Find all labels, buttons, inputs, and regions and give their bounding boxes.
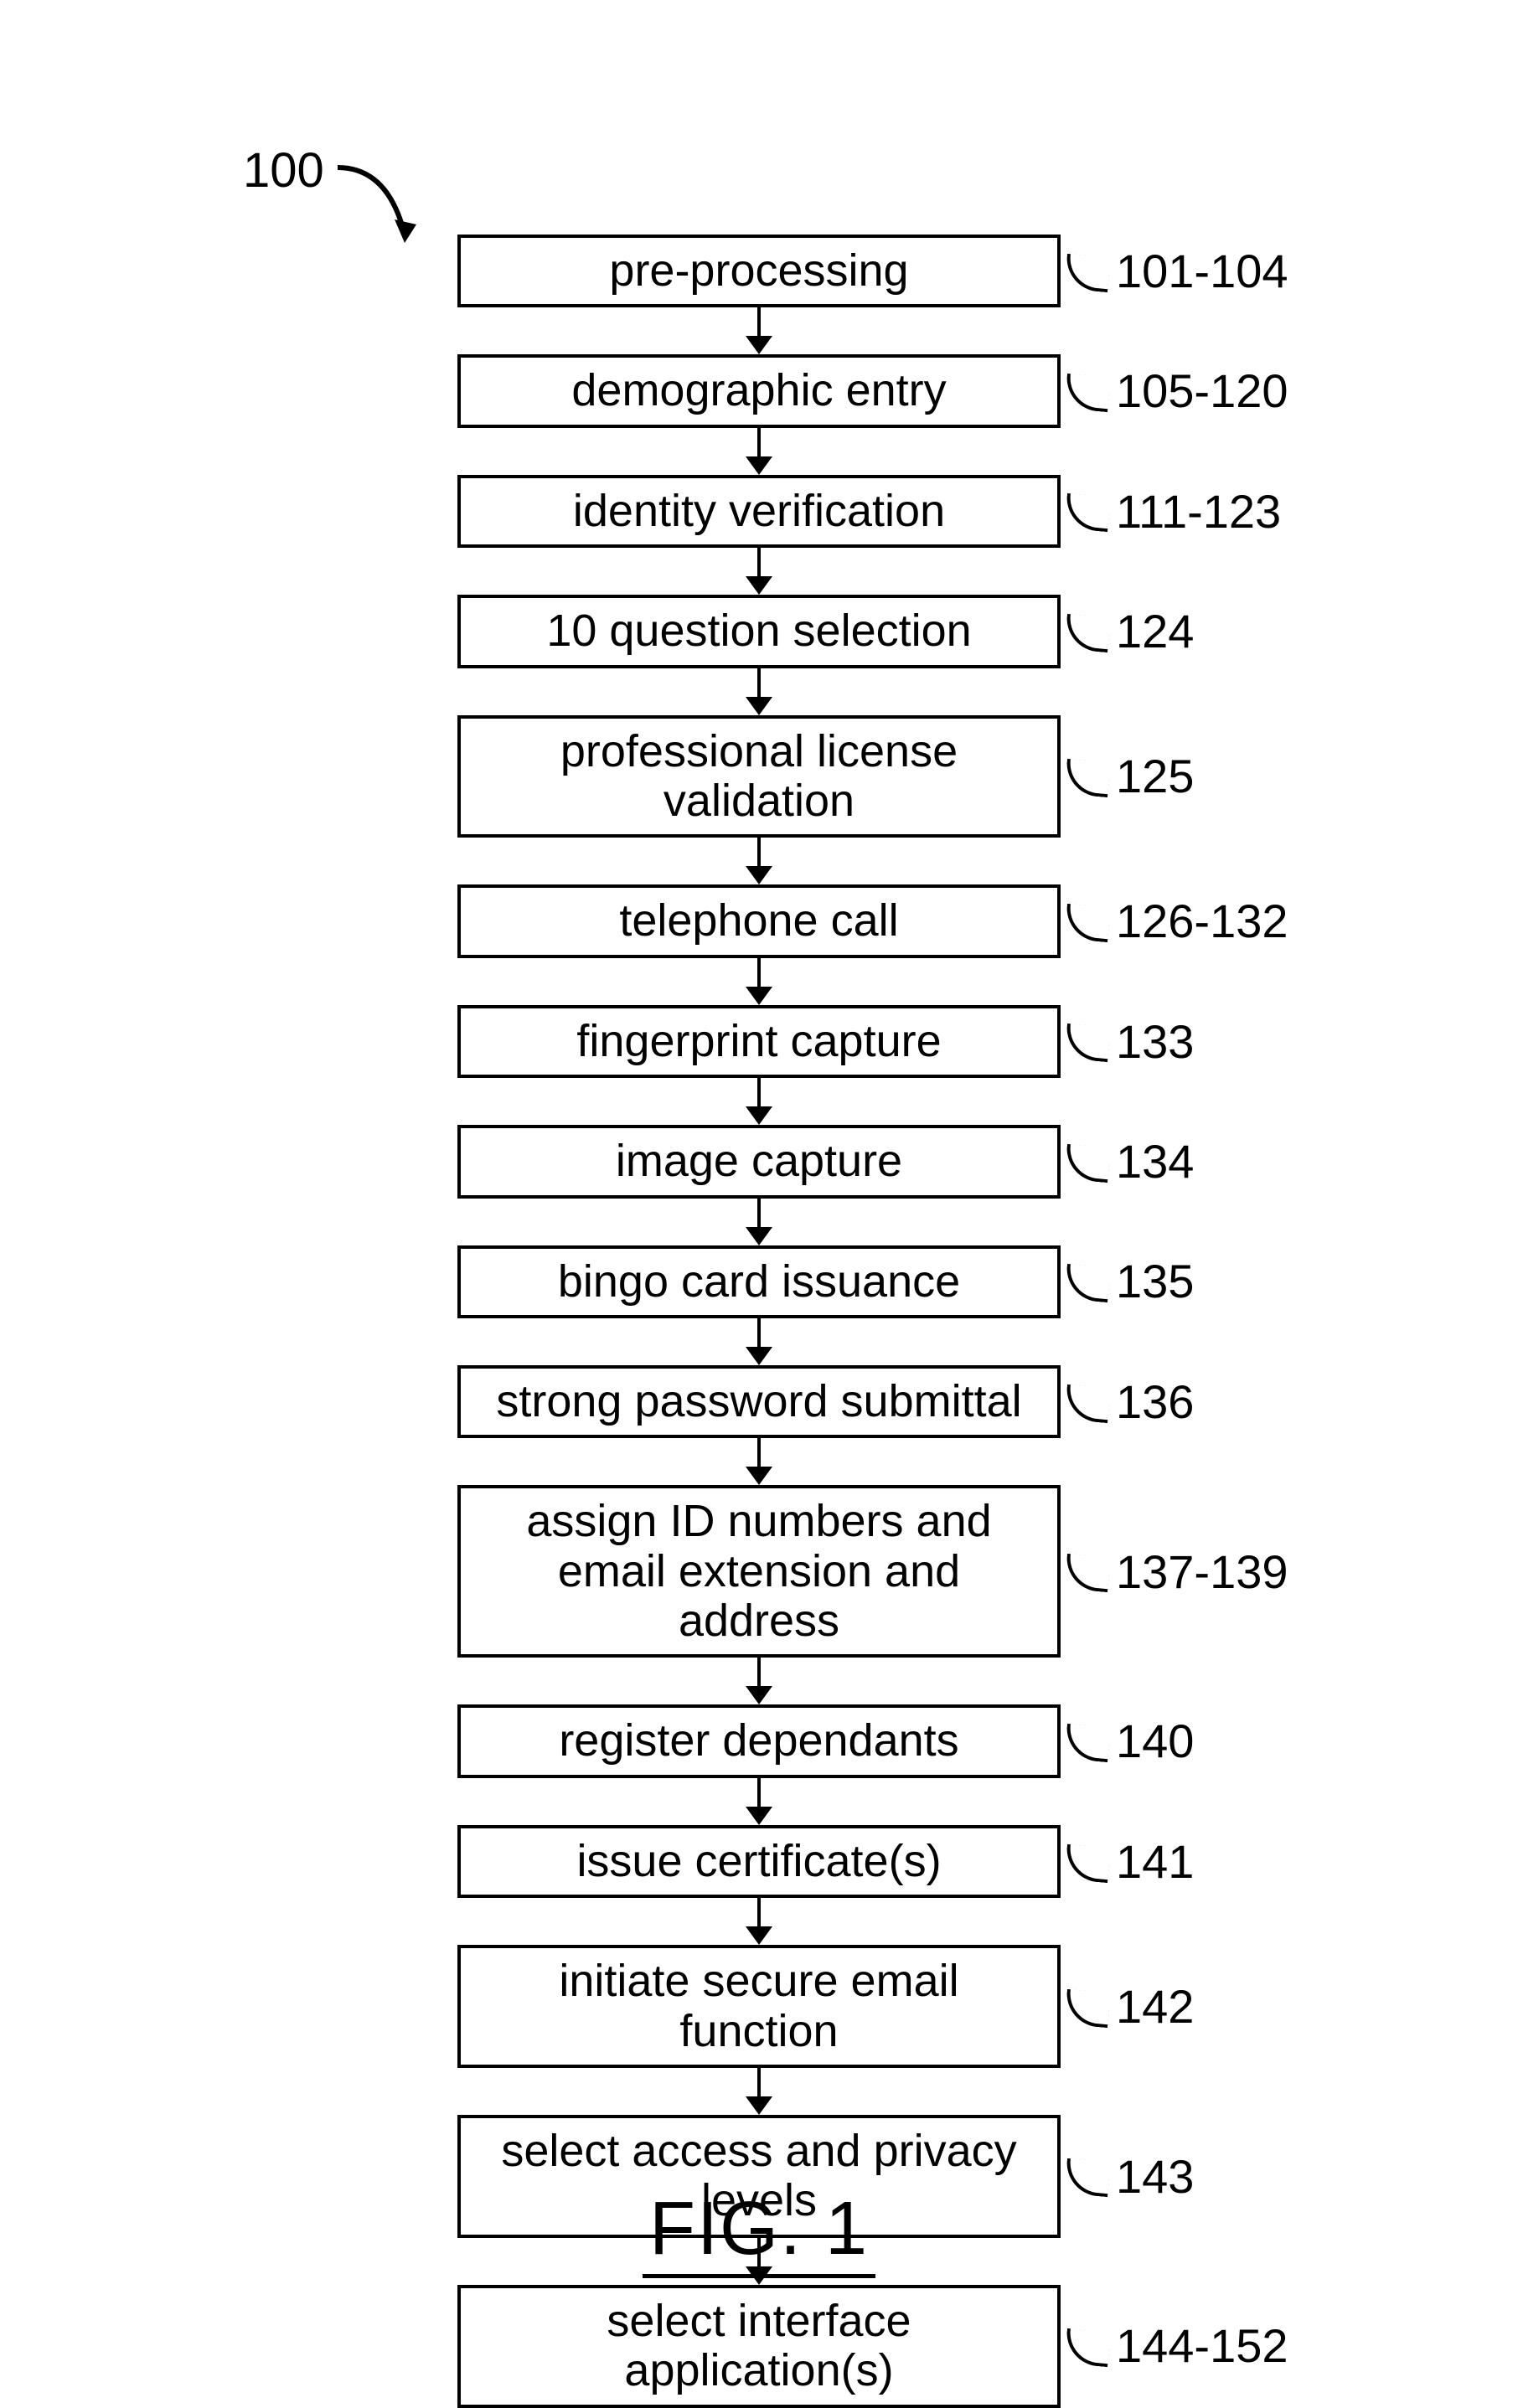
step-issue-certificates: issue certificate(s) 141: [457, 1825, 1061, 1898]
leader-curve-icon: [1066, 1373, 1116, 1431]
step-professional-license-validation: professional license validation 125: [457, 715, 1061, 838]
step-ref: 101-104: [1066, 242, 1288, 301]
leader-curve-icon: [1066, 242, 1116, 301]
figure-title: FIG. 1: [643, 2186, 875, 2278]
step-ref: 141: [1066, 1833, 1194, 1891]
leader-curve-icon: [1066, 1252, 1116, 1311]
leader-curve-icon: [1066, 2147, 1116, 2205]
step-ref: 135: [1066, 1252, 1194, 1311]
leader-curve-icon: [1066, 892, 1116, 951]
step-image-capture: image capture 134: [457, 1125, 1061, 1198]
diagram-ref-label: 100: [243, 142, 447, 276]
step-ref: 105-120: [1066, 362, 1288, 420]
curved-arrow-icon: [329, 142, 447, 276]
arrow-down-icon: [746, 1199, 772, 1245]
step-ref: 134: [1066, 1132, 1194, 1191]
step-bingo-card-issuance: bingo card issuance 135: [457, 1245, 1061, 1318]
step-ref: 126-132: [1066, 892, 1288, 951]
step-ref: 133: [1066, 1012, 1194, 1070]
arrow-down-icon: [746, 1658, 772, 1704]
leader-curve-icon: [1066, 1132, 1116, 1191]
step-ref: 136: [1066, 1373, 1194, 1431]
arrow-down-icon: [746, 1078, 772, 1125]
leader-curve-icon: [1066, 747, 1116, 806]
arrow-down-icon: [746, 838, 772, 884]
step-select-interface-applications: select interface application(s) 144-152: [457, 2285, 1061, 2408]
step-label: pre-processing: [609, 245, 908, 296]
leader-curve-icon: [1066, 362, 1116, 420]
step-telephone-call: telephone call 126-132: [457, 884, 1061, 957]
step-strong-password-submittal: strong password submittal 136: [457, 1365, 1061, 1438]
step-label: issue certificate(s): [576, 1836, 941, 1886]
step-ref: 124: [1066, 602, 1194, 661]
arrow-down-icon: [746, 668, 772, 715]
page: 100 pre-processing 101-104 demographic e…: [0, 0, 1518, 2370]
step-identity-verification: identity verification 111-123: [457, 475, 1061, 548]
leader-curve-icon: [1066, 602, 1116, 661]
step-10-question-selection: 10 question selection 124: [457, 595, 1061, 668]
step-pre-processing: pre-processing 101-104: [457, 235, 1061, 307]
step-fingerprint-capture: fingerprint capture 133: [457, 1005, 1061, 1078]
step-label: image capture: [616, 1136, 902, 1186]
leader-curve-icon: [1066, 1977, 1116, 2036]
step-label: demographic entry: [571, 365, 946, 415]
step-ref: 142: [1066, 1977, 1194, 2036]
step-ref: 137-139: [1066, 1542, 1288, 1601]
step-label: identity verification: [573, 486, 945, 536]
step-register-dependants: register dependants 140: [457, 1704, 1061, 1777]
arrow-down-icon: [746, 1778, 772, 1825]
step-label: register dependants: [559, 1715, 958, 1766]
leader-curve-icon: [1066, 1012, 1116, 1070]
leader-curve-icon: [1066, 2317, 1116, 2375]
arrow-down-icon: [746, 1438, 772, 1485]
arrow-down-icon: [746, 2068, 772, 2115]
arrow-down-icon: [746, 548, 772, 595]
leader-curve-icon: [1066, 1712, 1116, 1771]
step-label: fingerprint capture: [576, 1016, 941, 1066]
diagram-ref-text: 100: [243, 142, 324, 199]
step-assign-id-numbers: assign ID numbers and email extension an…: [457, 1485, 1061, 1658]
leader-curve-icon: [1066, 1542, 1116, 1601]
step-label: professional license validation: [560, 726, 958, 826]
step-ref: 125: [1066, 747, 1194, 806]
step-label: 10 question selection: [546, 606, 971, 656]
step-label: select interface application(s): [607, 2296, 911, 2395]
arrow-down-icon: [746, 958, 772, 1005]
step-demographic-entry: demographic entry 105-120: [457, 354, 1061, 427]
arrow-down-icon: [746, 1318, 772, 1365]
arrow-down-icon: [746, 428, 772, 475]
step-label: assign ID numbers and email extension an…: [526, 1496, 991, 1646]
step-label: strong password submittal: [496, 1376, 1021, 1426]
step-label: bingo card issuance: [558, 1256, 960, 1307]
step-ref: 111-123: [1066, 482, 1281, 540]
arrow-down-icon: [746, 1898, 772, 1945]
leader-curve-icon: [1066, 1833, 1116, 1891]
step-label: telephone call: [619, 895, 898, 946]
arrow-down-icon: [746, 307, 772, 354]
step-ref: 144-152: [1066, 2317, 1288, 2375]
step-label: initiate secure email function: [559, 1956, 958, 2055]
step-ref: 140: [1066, 1712, 1194, 1771]
step-initiate-secure-email: initiate secure email function 142: [457, 1945, 1061, 2068]
step-ref: 143: [1066, 2147, 1194, 2205]
leader-curve-icon: [1066, 482, 1116, 540]
flowchart: pre-processing 101-104 demographic entry…: [457, 235, 1061, 2408]
